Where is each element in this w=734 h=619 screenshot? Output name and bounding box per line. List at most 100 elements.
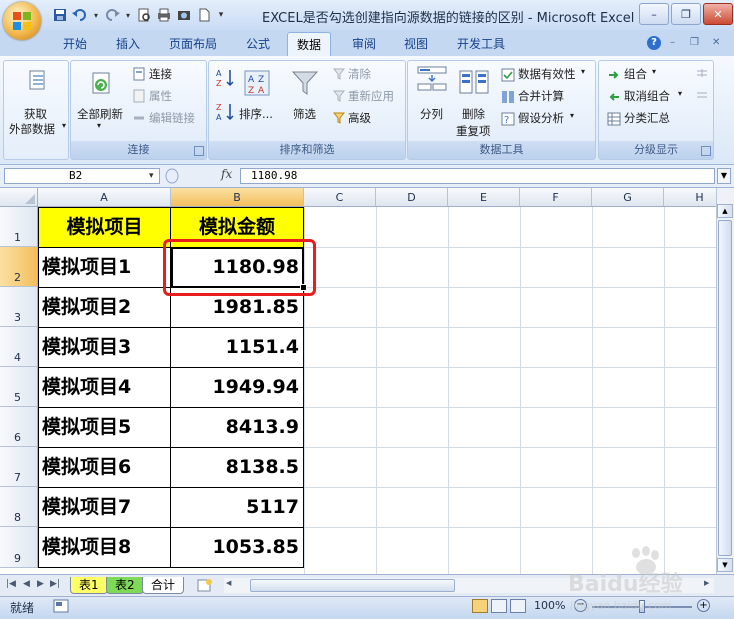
column-header-c[interactable]: C — [304, 188, 376, 207]
sheet-tab-2[interactable]: 表2 — [106, 577, 144, 594]
camera-icon[interactable] — [176, 7, 192, 23]
filter-button[interactable]: 筛选 — [293, 106, 316, 122]
scroll-right-icon[interactable]: ▶ — [704, 579, 709, 587]
tab-review[interactable]: 审阅 — [352, 35, 376, 52]
data-validation-dropdown-icon[interactable]: ▾ — [581, 67, 585, 76]
tab-developer[interactable]: 开发工具 — [457, 35, 505, 52]
column-header-h[interactable]: H — [664, 188, 716, 207]
zoom-out-icon[interactable]: − — [574, 599, 587, 612]
connections-button[interactable]: 连接 — [149, 66, 172, 82]
group-button[interactable]: 组合 — [624, 66, 647, 82]
row-header-6[interactable]: 6 — [0, 407, 38, 447]
column-header-e[interactable]: E — [448, 188, 520, 207]
cell-a6[interactable]: 模拟项目5 — [38, 407, 171, 447]
undo-dropdown-icon[interactable]: ▾ — [92, 7, 100, 23]
name-box[interactable]: B2 — [4, 168, 160, 184]
tab-page-layout[interactable]: 页面布局 — [169, 35, 217, 52]
column-header-d[interactable]: D — [376, 188, 448, 207]
row-header-4[interactable]: 4 — [0, 327, 38, 367]
row-header-3[interactable]: 3 — [0, 287, 38, 327]
cell-b8[interactable]: 5117 — [171, 487, 303, 527]
what-if-dropdown-icon[interactable]: ▾ — [570, 111, 574, 120]
print-icon[interactable] — [156, 7, 172, 23]
next-sheet-icon[interactable]: ▶ — [37, 579, 44, 589]
zoom-slider-thumb[interactable] — [639, 600, 645, 613]
workbook-minimize-icon[interactable]: – — [670, 37, 675, 48]
text-to-columns-button[interactable]: 分列 — [420, 106, 443, 122]
print-preview-icon[interactable] — [136, 7, 152, 23]
workbook-close-icon[interactable]: ✕ — [712, 37, 720, 48]
cell-a3[interactable]: 模拟项目2 — [38, 287, 171, 327]
reapply-button[interactable]: 重新应用 — [348, 88, 394, 104]
column-header-g[interactable]: G — [592, 188, 664, 207]
macro-record-icon[interactable] — [53, 599, 69, 613]
normal-view-icon[interactable] — [472, 599, 488, 613]
minimize-button[interactable]: – — [639, 3, 669, 25]
scroll-left-icon[interactable]: ◀ — [226, 579, 231, 587]
help-icon[interactable]: ? — [647, 36, 661, 50]
scroll-up-icon[interactable]: ▲ — [717, 204, 733, 218]
cell-a9[interactable]: 模拟项目8 — [38, 527, 171, 568]
worksheet-grid[interactable]: A B C D E F G H 1 2 3 4 5 6 7 8 9 模拟项目 模… — [0, 188, 716, 574]
maximize-button[interactable]: ❐ — [671, 3, 701, 25]
clear-button[interactable]: 清除 — [348, 66, 371, 82]
column-header-a[interactable]: A — [38, 188, 171, 207]
row-header-8[interactable]: 8 — [0, 487, 38, 527]
close-button[interactable]: ✕ — [703, 3, 733, 25]
redo-icon[interactable] — [104, 7, 120, 23]
office-button[interactable] — [3, 2, 41, 40]
row-header-7[interactable]: 7 — [0, 447, 38, 487]
tab-formulas[interactable]: 公式 — [246, 35, 270, 52]
what-if-button[interactable]: 假设分析 — [518, 110, 564, 126]
workbook-restore-icon[interactable]: ❐ — [690, 37, 699, 48]
zoom-level[interactable]: 100% — [534, 599, 565, 612]
outline-launcher-icon[interactable] — [701, 146, 711, 156]
insert-function-button[interactable]: fx — [221, 167, 232, 181]
row-header-1[interactable]: 1 — [0, 207, 38, 247]
cell-b9[interactable]: 1053.85 — [171, 527, 303, 568]
vertical-scroll-thumb[interactable] — [718, 220, 732, 556]
advanced-button[interactable]: 高级 — [348, 110, 371, 126]
undo-icon[interactable] — [72, 7, 88, 23]
row-header-9[interactable]: 9 — [0, 527, 38, 568]
redo-dropdown-icon[interactable]: ▾ — [124, 7, 132, 23]
connections-launcher-icon[interactable] — [194, 146, 204, 156]
cell-a5[interactable]: 模拟项目4 — [38, 367, 171, 407]
refresh-dropdown-icon[interactable]: ▾ — [97, 121, 101, 130]
tab-view[interactable]: 视图 — [404, 35, 428, 52]
first-sheet-icon[interactable]: |◀ — [6, 579, 16, 589]
sheet-tab-total[interactable]: 合计 — [142, 577, 185, 594]
select-all-corner[interactable] — [0, 188, 38, 207]
zoom-in-icon[interactable]: + — [697, 599, 710, 612]
data-validation-button[interactable]: 数据有效性 — [518, 66, 576, 82]
customize-qat-icon[interactable]: ▾ — [216, 7, 226, 23]
sort-descending-icon[interactable]: ZA — [215, 101, 237, 123]
properties-button[interactable]: 属性 — [149, 88, 172, 104]
page-break-view-icon[interactable] — [510, 599, 526, 613]
page-layout-view-icon[interactable] — [491, 599, 507, 613]
ungroup-dropdown-icon[interactable]: ▾ — [678, 89, 682, 98]
row-header-5[interactable]: 5 — [0, 367, 38, 407]
scroll-down-icon[interactable]: ▼ — [717, 558, 733, 572]
tab-insert[interactable]: 插入 — [116, 35, 140, 52]
row-header-2[interactable]: 2 — [0, 247, 38, 287]
save-icon[interactable] — [52, 7, 68, 23]
horizontal-scroll-thumb[interactable] — [250, 579, 455, 592]
insert-sheet-icon[interactable] — [194, 578, 216, 593]
last-sheet-icon[interactable]: ▶| — [50, 579, 60, 589]
cell-b4[interactable]: 1151.4 — [171, 327, 303, 367]
cell-a4[interactable]: 模拟项目3 — [38, 327, 171, 367]
get-external-data-button[interactable]: 获取 外部数据 ▾ — [3, 60, 69, 160]
cell-a1[interactable]: 模拟项目 — [38, 207, 171, 247]
sort-ascending-icon[interactable]: AZ — [215, 67, 237, 89]
remove-duplicates-label-1[interactable]: 删除 — [462, 106, 485, 122]
column-header-f[interactable]: F — [520, 188, 592, 207]
cell-a8[interactable]: 模拟项目7 — [38, 487, 171, 527]
ungroup-button[interactable]: 取消组合 — [624, 88, 670, 104]
show-detail-icon[interactable] — [695, 67, 709, 81]
cell-a7[interactable]: 模拟项目6 — [38, 447, 171, 487]
formula-input[interactable]: 1180.98 — [240, 168, 715, 184]
prev-sheet-icon[interactable]: ◀ — [23, 579, 30, 589]
tab-home[interactable]: 开始 — [63, 35, 87, 52]
hide-detail-icon[interactable] — [695, 89, 709, 103]
